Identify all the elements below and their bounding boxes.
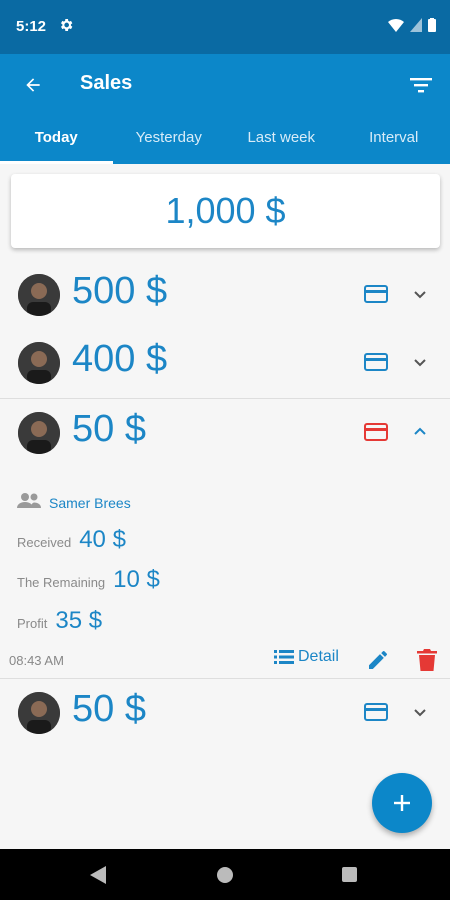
- app-bar: Sales Today Yesterday Last week Interval: [0, 54, 450, 164]
- system-nav-bar: [0, 849, 450, 900]
- arrow-left-icon: [26, 78, 40, 92]
- remaining-line: The Remaining 10 $: [17, 566, 160, 594]
- divider: [0, 398, 450, 399]
- credit-card-icon[interactable]: [364, 422, 388, 442]
- detail-button-label: Detail: [298, 648, 339, 665]
- chevron-down-icon[interactable]: [410, 352, 430, 372]
- total-value: 1,000 $: [165, 190, 286, 231]
- credit-card-icon[interactable]: [364, 702, 388, 722]
- trash-icon[interactable]: [416, 648, 438, 672]
- tab-interval[interactable]: Interval: [338, 118, 450, 164]
- nav-home-icon[interactable]: [217, 867, 233, 883]
- sale-details: Samer Brees Received 40 $ The Remaining …: [0, 468, 450, 678]
- list-icon: [274, 650, 294, 664]
- filter-button[interactable]: [406, 70, 436, 100]
- sale-amount: 50 $: [72, 688, 146, 730]
- battery-icon: [428, 18, 436, 32]
- chevron-down-icon[interactable]: [410, 702, 430, 722]
- status-icons: [388, 18, 436, 32]
- sale-time: 08:43 AM: [9, 653, 64, 668]
- signal-icon: [410, 18, 422, 32]
- tab-today[interactable]: Today: [0, 118, 113, 164]
- edit-pencil-icon[interactable]: [366, 648, 390, 672]
- sale-row[interactable]: 50 $: [0, 680, 450, 748]
- chevron-up-icon[interactable]: [410, 422, 430, 442]
- received-line: Received 40 $: [17, 526, 126, 554]
- plus-icon: [394, 795, 410, 811]
- detail-button[interactable]: Detail: [274, 648, 339, 666]
- filter-icon: [410, 78, 432, 93]
- people-icon: [17, 493, 41, 508]
- divider: [0, 678, 450, 679]
- customer-line: Samer Brees: [17, 492, 131, 511]
- avatar: [18, 692, 60, 734]
- add-sale-button[interactable]: [372, 773, 432, 833]
- customer-name[interactable]: Samer Brees: [49, 495, 131, 511]
- chevron-down-icon[interactable]: [410, 284, 430, 304]
- sale-amount: 400 $: [72, 338, 168, 380]
- avatar: [18, 342, 60, 384]
- sale-row[interactable]: 400 $: [0, 330, 450, 398]
- sale-row-expanded[interactable]: 50 $: [0, 400, 450, 468]
- profit-line: Profit 35 $: [17, 607, 102, 635]
- status-bar: 5:12: [0, 0, 450, 54]
- sale-row[interactable]: 500 $: [0, 262, 450, 330]
- settings-gear-icon: [61, 19, 73, 31]
- wifi-icon: [388, 18, 404, 32]
- page-title: Sales: [80, 72, 133, 94]
- profit-label: Profit: [17, 616, 48, 631]
- nav-recent-icon[interactable]: [342, 867, 357, 882]
- received-label: Received: [17, 535, 72, 550]
- tab-last-week[interactable]: Last week: [225, 118, 338, 164]
- avatar: [18, 412, 60, 454]
- total-card: 1,000 $: [11, 174, 440, 248]
- sale-amount: 500 $: [72, 270, 168, 312]
- credit-card-icon[interactable]: [364, 352, 388, 372]
- nav-back-icon[interactable]: [90, 866, 106, 884]
- tab-yesterday[interactable]: Yesterday: [113, 118, 226, 164]
- remaining-value: 10 $: [113, 566, 160, 593]
- profit-value: 35 $: [55, 607, 103, 634]
- back-button[interactable]: [18, 70, 48, 100]
- avatar: [18, 274, 60, 316]
- sale-amount: 50 $: [72, 408, 146, 450]
- received-value: 40 $: [79, 526, 126, 553]
- remaining-label: The Remaining: [17, 575, 106, 590]
- status-time: 5:12: [16, 18, 47, 35]
- tab-bar: Today Yesterday Last week Interval: [0, 118, 450, 164]
- credit-card-icon[interactable]: [364, 284, 388, 304]
